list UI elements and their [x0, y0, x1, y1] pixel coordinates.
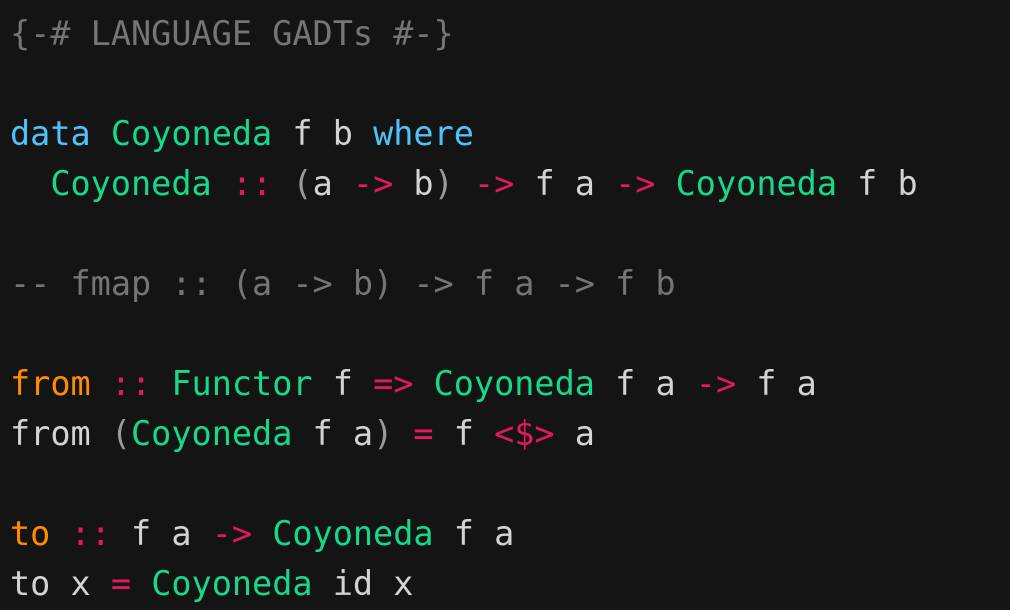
code-line: to :: f a -> Coyoneda f a: [10, 509, 1010, 559]
code-token-plain: f b: [272, 114, 374, 153]
code-token-plain: f a: [594, 364, 696, 403]
code-token-punct: ): [433, 164, 454, 203]
code-token-keyword: data: [10, 114, 91, 153]
code-token-punct: ): [373, 414, 394, 453]
code-token-operator: ->: [352, 164, 394, 203]
code-token-plain: f a: [292, 414, 374, 453]
code-line: Coyoneda :: (a -> b) -> f a -> Coyoneda …: [10, 159, 1010, 209]
code-token-operator: ->: [695, 364, 737, 403]
code-line: to x = Coyoneda id x: [10, 559, 1010, 609]
code-token-function: to: [10, 514, 51, 553]
code-line: -- fmap :: (a -> b) -> f a -> f b: [10, 259, 1010, 309]
code-token-type: Coyoneda: [151, 564, 313, 603]
code-token-type: Coyoneda: [433, 364, 595, 403]
code-token-plain: f a: [433, 514, 515, 553]
code-token-plain: f a: [514, 164, 616, 203]
code-token-function: from: [10, 364, 91, 403]
code-token-type: Coyoneda: [131, 414, 293, 453]
code-token-operator: ::: [70, 514, 111, 553]
code-token-plain: a: [554, 414, 595, 453]
code-token-type: Coyoneda: [272, 514, 434, 553]
code-token-plain: to x: [10, 564, 111, 603]
code-token-operator: ->: [615, 164, 656, 203]
code-token-plain: id x: [312, 564, 414, 603]
code-token-operator: =: [110, 564, 132, 603]
code-line: {-# LANGUAGE GADTs #-}: [10, 9, 1010, 59]
code-token-type: Coyoneda: [110, 114, 273, 153]
code-token-punct: (: [292, 164, 313, 203]
code-token-plain: f: [312, 364, 374, 403]
code-token-plain: f a: [736, 364, 817, 403]
code-token-plain: f: [433, 414, 495, 453]
code-token-type: Functor: [171, 364, 313, 403]
code-token-operator: ->: [473, 164, 515, 203]
code-token-operator: =>: [373, 364, 414, 403]
code-token-type: Coyoneda: [50, 164, 212, 203]
code-line: data Coyoneda f b where: [10, 109, 1010, 159]
code-line: from (Coyoneda f a) = f <$> a: [10, 409, 1010, 459]
code-token-punct: (: [110, 414, 132, 453]
code-token-operator: ::: [231, 164, 273, 203]
code-token-plain: f a: [110, 514, 212, 553]
code-token-plain: from: [10, 414, 111, 453]
code-token-operator: ::: [110, 364, 152, 403]
code-line: from :: Functor f => Coyoneda f a -> f a: [10, 359, 1010, 409]
code-token-comment: {-# LANGUAGE GADTs #-}: [10, 14, 454, 53]
code-token-operator: <$>: [494, 414, 555, 453]
code-block[interactable]: {-# LANGUAGE GADTs #-} data Coyoneda f b…: [0, 0, 1010, 610]
code-token-plain: a: [312, 164, 353, 203]
code-token-comment: -- fmap :: (a -> b) -> f a -> f b: [10, 264, 676, 303]
code-token-plain: b: [393, 164, 434, 203]
code-snippet-screenshot: {-# LANGUAGE GADTs #-} data Coyoneda f b…: [0, 0, 1010, 610]
code-token-plain: f b: [837, 164, 918, 203]
code-token-operator: =: [413, 414, 434, 453]
code-token-keyword: where: [373, 114, 474, 153]
code-token-type: Coyoneda: [675, 164, 837, 203]
code-token-operator: ->: [211, 514, 253, 553]
